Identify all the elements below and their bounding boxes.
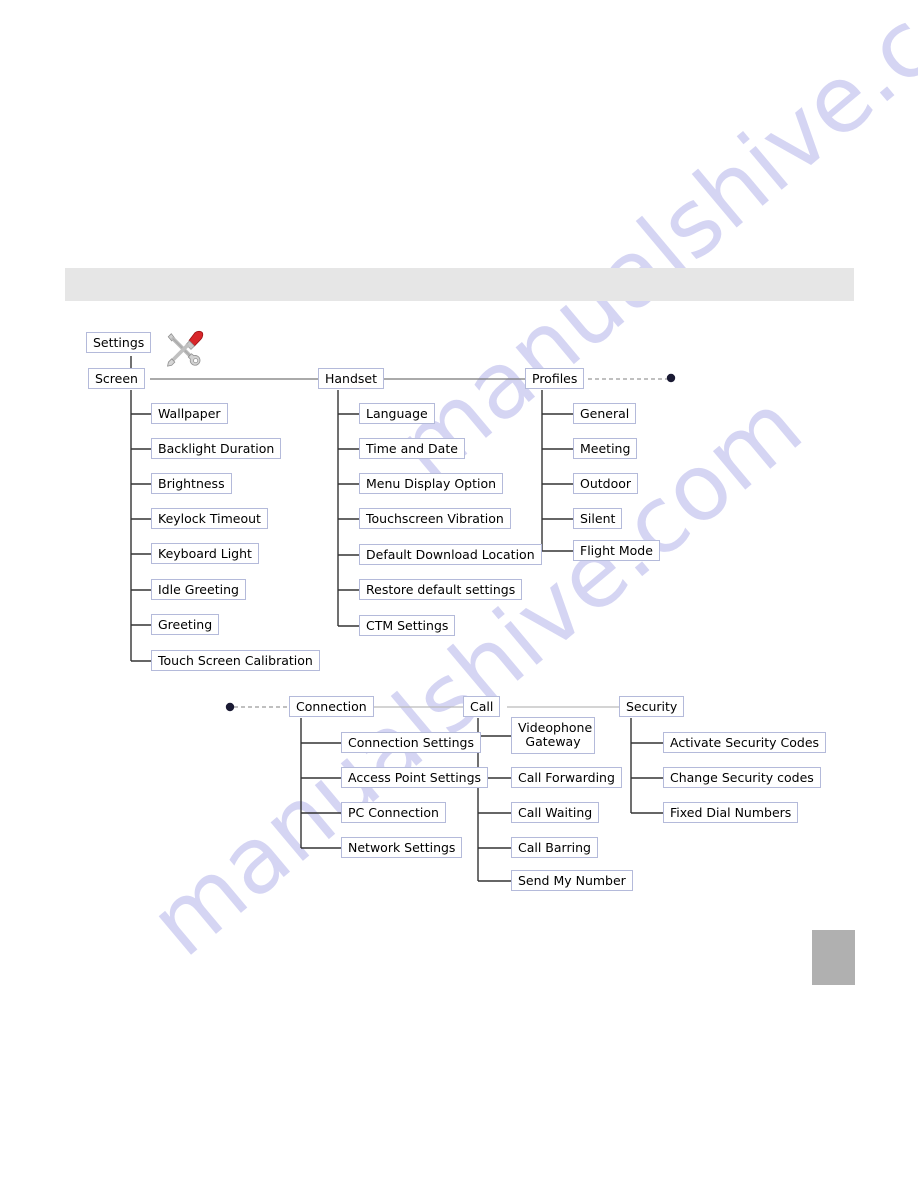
node-call-waiting[interactable]: Call Waiting <box>511 802 600 824</box>
node-restore-default-settings[interactable]: Restore default settings <box>359 579 523 601</box>
node-language[interactable]: Language <box>359 403 435 425</box>
node-connection-settings[interactable]: Connection Settings <box>341 732 481 754</box>
node-pc-connection[interactable]: PC Connection <box>341 802 446 824</box>
tools-wrench-screwdriver-icon <box>167 330 204 367</box>
node-send-my-number[interactable]: Send My Number <box>511 870 633 892</box>
node-call-barring[interactable]: Call Barring <box>511 837 598 859</box>
node-call-forwarding[interactable]: Call Forwarding <box>511 767 622 789</box>
node-security[interactable]: Security <box>619 696 685 718</box>
node-keyboard-light[interactable]: Keyboard Light <box>151 543 259 565</box>
node-change-security-codes[interactable]: Change Security codes <box>663 767 821 789</box>
node-backlight-duration[interactable]: Backlight Duration <box>151 438 282 460</box>
node-silent[interactable]: Silent <box>573 508 623 530</box>
node-videophone-gateway[interactable]: Videophone Gateway <box>511 717 595 754</box>
node-settings[interactable]: Settings <box>86 332 152 354</box>
node-ctm-settings[interactable]: CTM Settings <box>359 615 456 637</box>
settings-menu-tree: Settings Screen Handset Profiles Wallpap… <box>0 0 918 1188</box>
node-network-settings[interactable]: Network Settings <box>341 837 463 859</box>
node-general[interactable]: General <box>573 403 637 425</box>
node-touchscreen-vibration[interactable]: Touchscreen Vibration <box>359 508 511 530</box>
node-default-download-location[interactable]: Default Download Location <box>359 544 542 566</box>
node-keylock-timeout[interactable]: Keylock Timeout <box>151 508 268 530</box>
node-connection[interactable]: Connection <box>289 696 374 718</box>
node-menu-display-option[interactable]: Menu Display Option <box>359 473 504 495</box>
node-meeting[interactable]: Meeting <box>573 438 638 460</box>
node-outdoor[interactable]: Outdoor <box>573 473 639 495</box>
node-idle-greeting[interactable]: Idle Greeting <box>151 579 246 601</box>
node-call[interactable]: Call <box>463 696 501 718</box>
node-greeting[interactable]: Greeting <box>151 614 220 636</box>
node-activate-security-codes[interactable]: Activate Security Codes <box>663 732 827 754</box>
node-flight-mode[interactable]: Flight Mode <box>573 540 660 562</box>
node-profiles[interactable]: Profiles <box>525 368 585 390</box>
node-access-point-settings[interactable]: Access Point Settings <box>341 767 489 789</box>
node-time-and-date[interactable]: Time and Date <box>359 438 465 460</box>
node-handset[interactable]: Handset <box>318 368 385 390</box>
node-fixed-dial-numbers[interactable]: Fixed Dial Numbers <box>663 802 799 824</box>
node-touch-screen-calibration[interactable]: Touch Screen Calibration <box>151 650 320 672</box>
node-wallpaper[interactable]: Wallpaper <box>151 403 228 425</box>
document-page: manualshive.com manualshive.com Settings… <box>0 0 918 1188</box>
node-screen[interactable]: Screen <box>88 368 145 390</box>
node-brightness[interactable]: Brightness <box>151 473 232 495</box>
